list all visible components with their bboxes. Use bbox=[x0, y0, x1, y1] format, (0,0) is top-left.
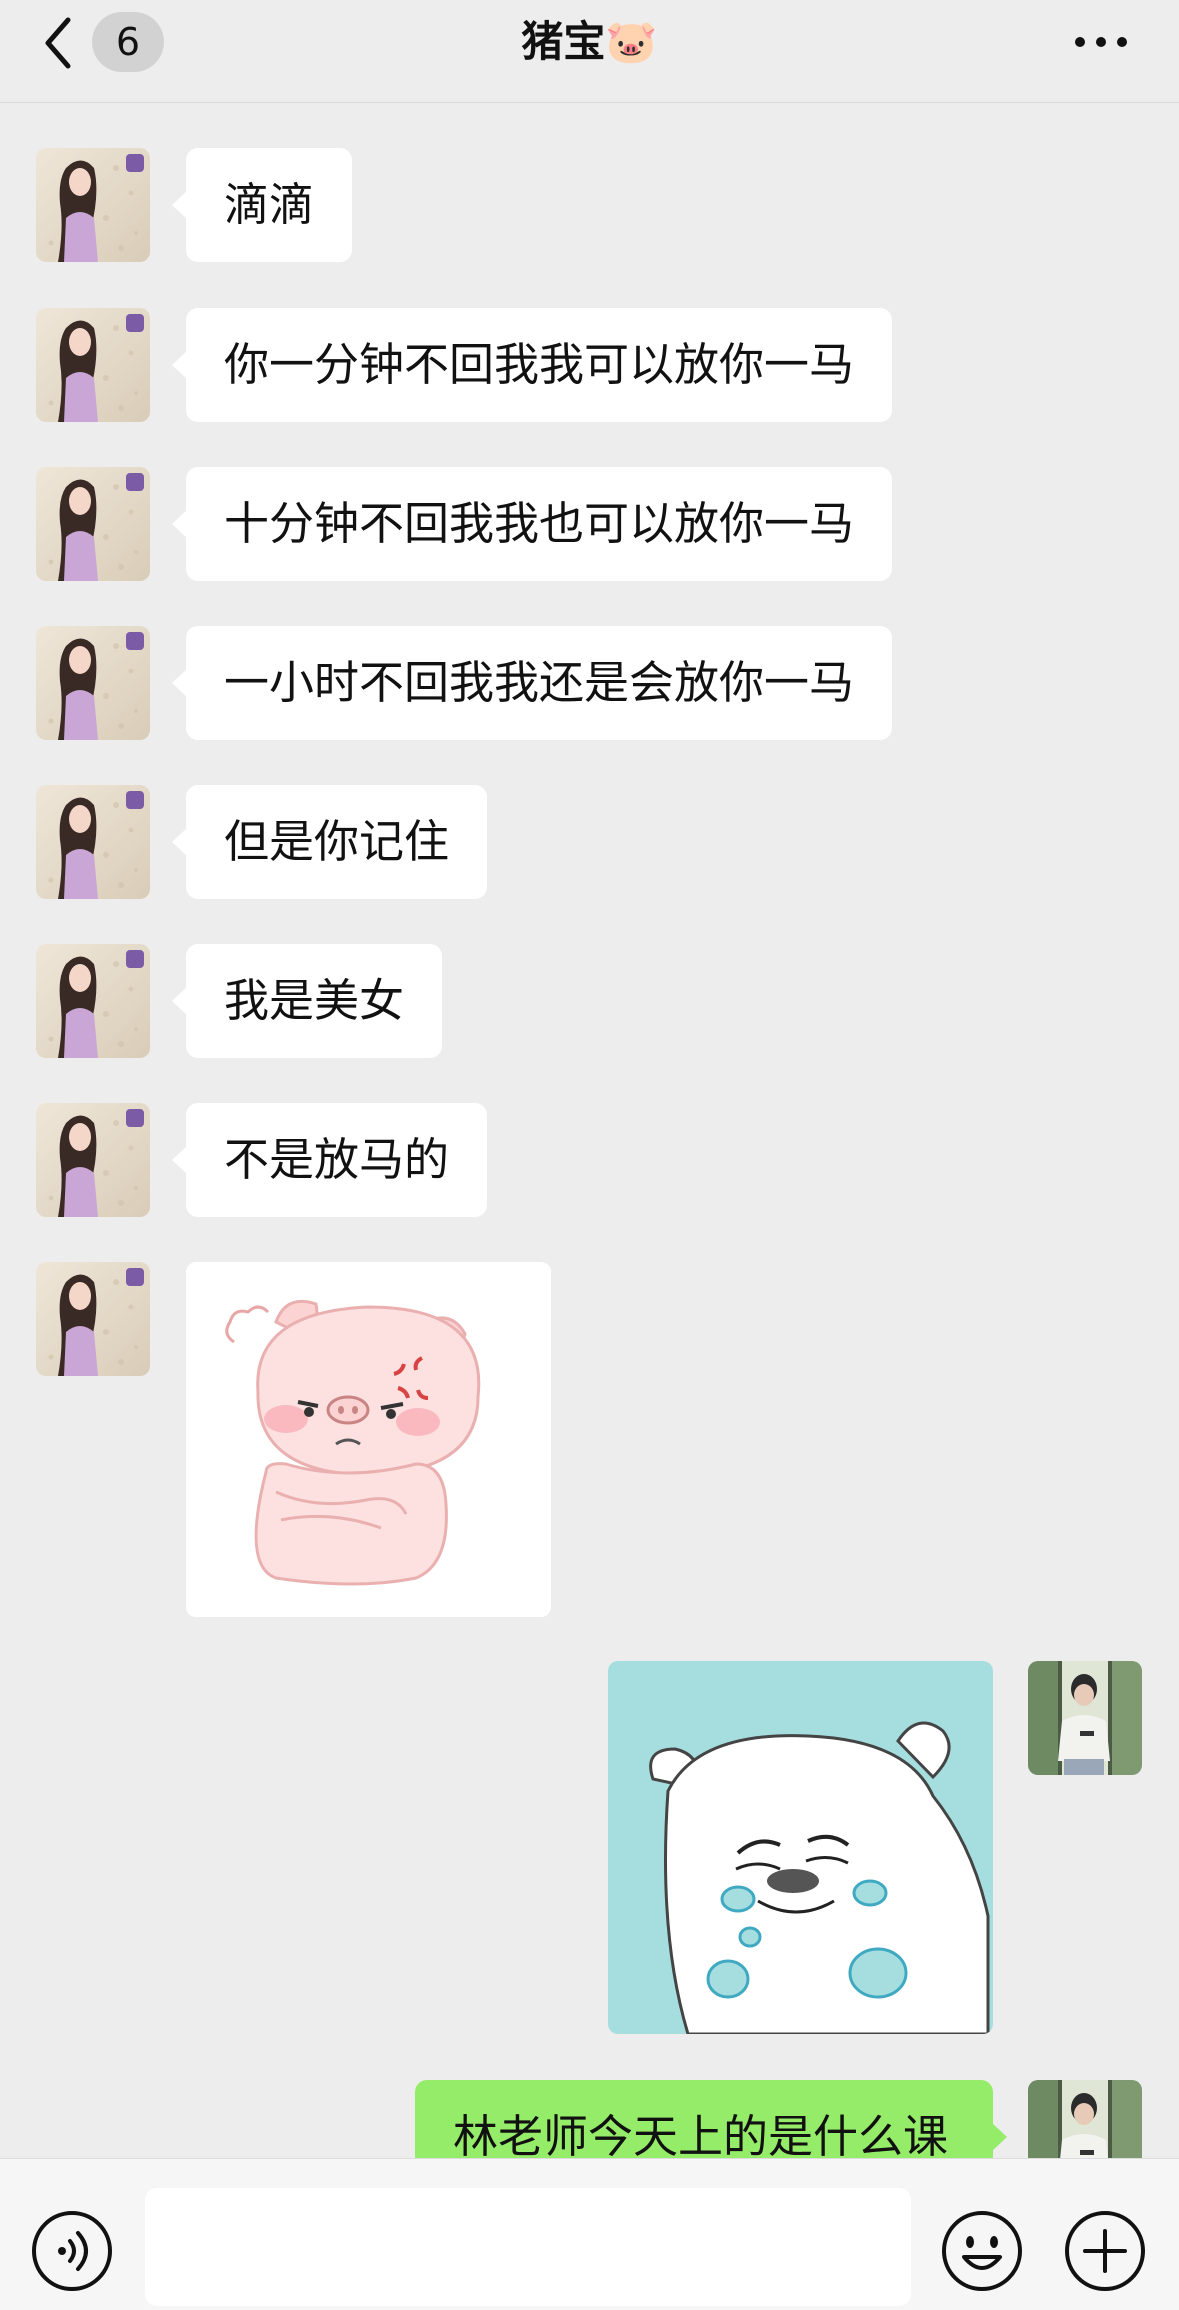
message-bubble-outgoing[interactable]: 林老师今天上的是什么课 bbox=[415, 2080, 1007, 2158]
emoji-button[interactable] bbox=[940, 2209, 1024, 2293]
pig-sticker-image bbox=[225, 1299, 481, 1586]
message-bubble-incoming[interactable]: 但是你记住 bbox=[171, 785, 488, 899]
contact-avatar[interactable] bbox=[36, 1262, 150, 1376]
contact-avatar[interactable] bbox=[36, 626, 150, 740]
contact-avatar[interactable] bbox=[36, 785, 150, 899]
message-bubble-incoming[interactable]: 滴滴 bbox=[171, 148, 353, 262]
chat-area[interactable]: 滴滴 你一分钟不回我我可以放你一马 十分钟不回我我也可以放你一马 一小时不回我我… bbox=[0, 103, 1179, 2158]
my-avatar[interactable] bbox=[1028, 2080, 1142, 2158]
message-bubble-incoming[interactable]: 不是放马的 bbox=[171, 1103, 488, 1217]
input-bar bbox=[0, 2158, 1179, 2310]
plus-button[interactable] bbox=[1063, 2209, 1147, 2293]
contact-avatar[interactable] bbox=[36, 308, 150, 422]
nav-bar: 6 猪宝🐷 bbox=[0, 0, 1179, 103]
plus-icon bbox=[1065, 2211, 1145, 2291]
message-bubble-incoming[interactable]: 我是美女 bbox=[171, 944, 443, 1058]
message-input[interactable] bbox=[145, 2188, 911, 2306]
contact-avatar[interactable] bbox=[36, 944, 150, 1058]
message-bubble-incoming[interactable]: 一小时不回我我还是会放你一马 bbox=[171, 626, 893, 740]
more-button[interactable] bbox=[1073, 30, 1129, 54]
voice-button[interactable] bbox=[30, 2209, 114, 2293]
contact-avatar[interactable] bbox=[36, 148, 150, 262]
dog-sticker-image bbox=[649, 1721, 990, 2034]
contact-avatar[interactable] bbox=[36, 1103, 150, 1217]
sticker-crying-dog[interactable] bbox=[608, 1661, 993, 2034]
message-bubble-incoming[interactable]: 你一分钟不回我我可以放你一马 bbox=[171, 308, 893, 422]
chat-title: 猪宝🐷 bbox=[521, 17, 658, 66]
message-bubble-incoming[interactable]: 十分钟不回我我也可以放你一马 bbox=[171, 467, 893, 581]
sticker-angry-pig[interactable] bbox=[186, 1262, 551, 1617]
emoji-icon bbox=[942, 2211, 1022, 2291]
voice-icon bbox=[32, 2211, 112, 2291]
contact-avatar[interactable] bbox=[36, 467, 150, 581]
more-dots-icon bbox=[1075, 37, 1127, 47]
my-avatar[interactable] bbox=[1028, 1661, 1142, 1775]
